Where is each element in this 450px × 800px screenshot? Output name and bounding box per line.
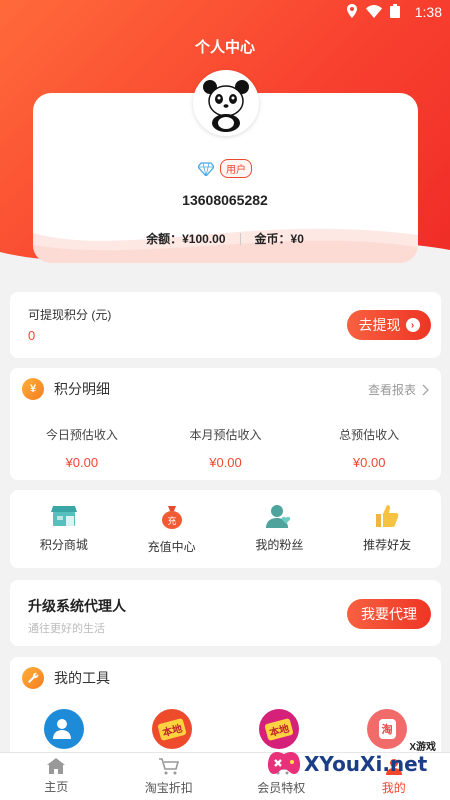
agent-subtitle: 通往更好的生活 [28, 623, 105, 635]
points-title: 积分明细 [54, 381, 110, 397]
menu-item-label: 充值中心 [147, 540, 196, 554]
earning-value: ¥0.00 [352, 455, 386, 470]
nav-member-privileges[interactable]: 会员特权 [225, 753, 338, 800]
status-icons [346, 4, 400, 18]
nav-home[interactable]: 主页 [0, 753, 113, 800]
withdrawable-label: 可提现积分 (元) [28, 308, 112, 322]
vip-cart-icon [271, 757, 292, 774]
my-tools-card: 我的工具 代 本地 本地 淘 [10, 657, 441, 767]
user-role-badge: 用户 [220, 159, 252, 178]
points-detail-card: ¥ 积分明细 查看报表 今日预估收入 ¥0.00 本月预估收入 ¥0.00 总预… [10, 368, 441, 480]
withdraw-card: 可提现积分 (元) 0 去提现 › [10, 292, 441, 358]
location-icon [347, 4, 357, 18]
store-icon [50, 506, 77, 526]
wifi-icon [366, 4, 382, 18]
nav-label: 淘宝折扣 [144, 780, 193, 795]
earning-label: 本月预估收入 [189, 428, 262, 442]
status-time: 1:38 [414, 4, 442, 20]
menu-item-recommend-friends[interactable]: 推荐好友 [333, 490, 441, 568]
avatar[interactable] [193, 70, 259, 136]
fans-icon [266, 505, 291, 528]
menu-item-label: 我的粉丝 [255, 538, 304, 552]
local-ticket-icon-2: 本地 [259, 709, 300, 749]
nav-mine[interactable]: 我的 [338, 753, 450, 800]
thumbs-up-icon [376, 505, 399, 527]
withdraw-button[interactable]: 去提现 › [347, 310, 431, 340]
earning-today: 今日预估收入 ¥0.00 [10, 426, 154, 470]
nav-label: 主页 [44, 780, 69, 794]
menu-item-points-mall[interactable]: 积分商城 [10, 490, 118, 568]
nav-taobao-discount[interactable]: 淘宝折扣 [113, 753, 226, 800]
quick-menu-card: 积分商城 充 充值中心 我的粉丝 推荐好友 [10, 490, 441, 568]
status-bar: 1:38 [0, 0, 450, 24]
page-title: 个人中心 [194, 39, 255, 56]
menu-item-my-fans[interactable]: 我的粉丝 [226, 490, 334, 568]
menu-item-recharge-center[interactable]: 充 充值中心 [118, 490, 226, 568]
home-icon [47, 758, 66, 774]
agent-user-icon: 代 [43, 709, 84, 749]
menu-item-label: 积分商城 [39, 538, 88, 552]
user-icon [385, 758, 402, 775]
money-bag-icon: 充 [161, 506, 182, 529]
tool-taobao[interactable]: 淘 [333, 709, 441, 749]
earning-total: 总预估收入 ¥0.00 [297, 426, 441, 470]
tools-header: 我的工具 [22, 667, 110, 689]
user-level-row: 用户 [0, 159, 450, 178]
withdraw-button-label: 去提现 [358, 317, 401, 333]
panda-avatar-icon [196, 73, 256, 133]
svg-text:充: 充 [167, 515, 176, 527]
tool-agent[interactable]: 代 [10, 709, 118, 749]
arrow-right-icon: › [405, 318, 420, 332]
battery-icon [390, 4, 400, 18]
view-report-label: 查看报表 [367, 383, 416, 397]
local-ticket-icon: 本地 [151, 709, 192, 749]
earning-label: 今日预估收入 [45, 428, 118, 442]
balance-row: 余额：¥100.00 金币：¥0 [0, 230, 450, 247]
tools-row: 代 本地 本地 淘 [10, 709, 441, 749]
diamond-icon [198, 161, 214, 176]
tool-local-2[interactable]: 本地 [226, 709, 334, 749]
earning-month: 本月预估收入 ¥0.00 [154, 426, 298, 470]
menu-item-label: 推荐好友 [363, 538, 412, 552]
coins-value: 金币：¥0 [254, 232, 304, 246]
nav-label: 我的 [381, 780, 406, 795]
earnings-row: 今日预估收入 ¥0.00 本月预估收入 ¥0.00 总预估收入 ¥0.00 [10, 426, 441, 470]
cart-icon [158, 757, 179, 774]
earning-label: 总预估收入 [339, 428, 400, 442]
points-header: ¥ 积分明细 [22, 378, 110, 400]
bottom-nav: 主页 淘宝折扣 会员特权 我的 [0, 752, 450, 800]
divider [239, 232, 241, 245]
agent-title: 升级系统代理人 [28, 598, 126, 614]
withdrawable-value: 0 [28, 328, 36, 343]
become-agent-button[interactable]: 我要代理 [347, 599, 431, 629]
user-phone: 13608065282 [182, 192, 268, 208]
chevron-right-icon [422, 384, 429, 395]
wrench-icon [22, 667, 44, 689]
yen-icon: ¥ [22, 378, 44, 400]
tools-title: 我的工具 [54, 670, 110, 686]
balance-value: 余额：¥100.00 [146, 232, 226, 246]
agent-upgrade-card: 升级系统代理人 通往更好的生活 我要代理 [10, 580, 441, 646]
tool-local-1[interactable]: 本地 [118, 709, 226, 749]
view-report-link[interactable]: 查看报表 [368, 381, 429, 398]
nav-label: 会员特权 [257, 780, 306, 795]
svg-text:代: 代 [69, 729, 76, 739]
earning-value: ¥0.00 [209, 455, 242, 470]
taobao-icon: 淘 [367, 709, 408, 749]
earning-value: ¥0.00 [65, 455, 99, 470]
